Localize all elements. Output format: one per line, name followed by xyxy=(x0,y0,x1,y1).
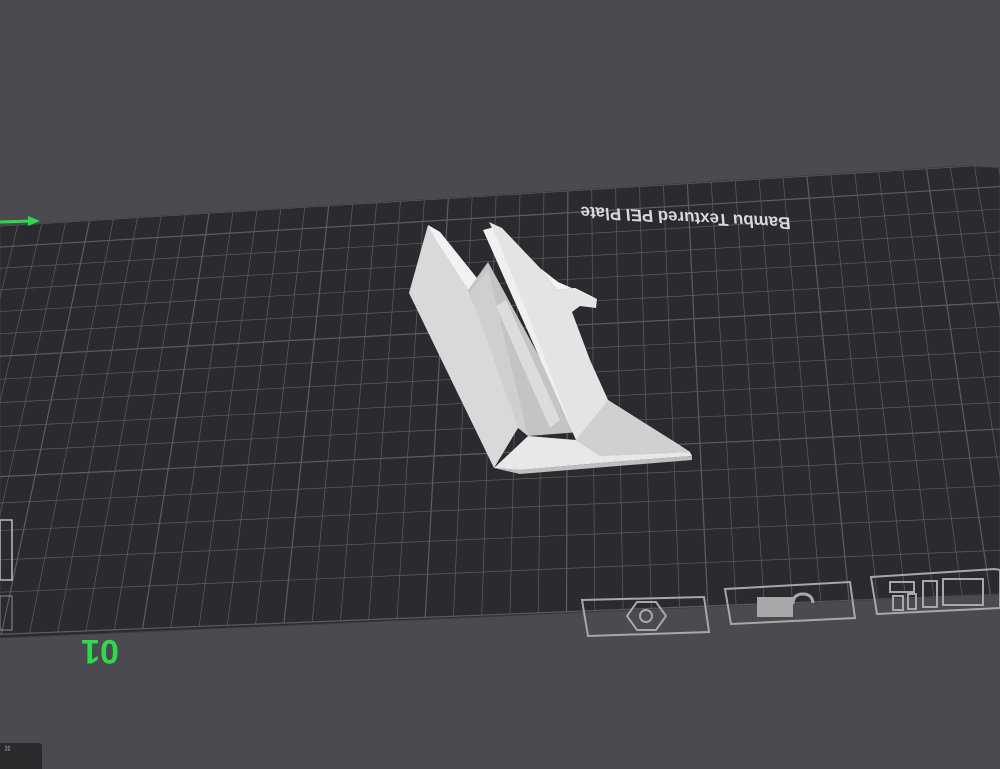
build-plate-scene[interactable]: Bambu Textured PEI Plate 01 xyxy=(0,0,1000,769)
3d-viewport[interactable]: Bambu Textured PEI Plate 01 ⌘ xyxy=(0,0,1000,769)
corner-widget-label: ⌘ xyxy=(4,745,11,753)
view-cube-corner[interactable]: ⌘ xyxy=(0,743,42,769)
plate-number: 01 xyxy=(81,632,119,670)
